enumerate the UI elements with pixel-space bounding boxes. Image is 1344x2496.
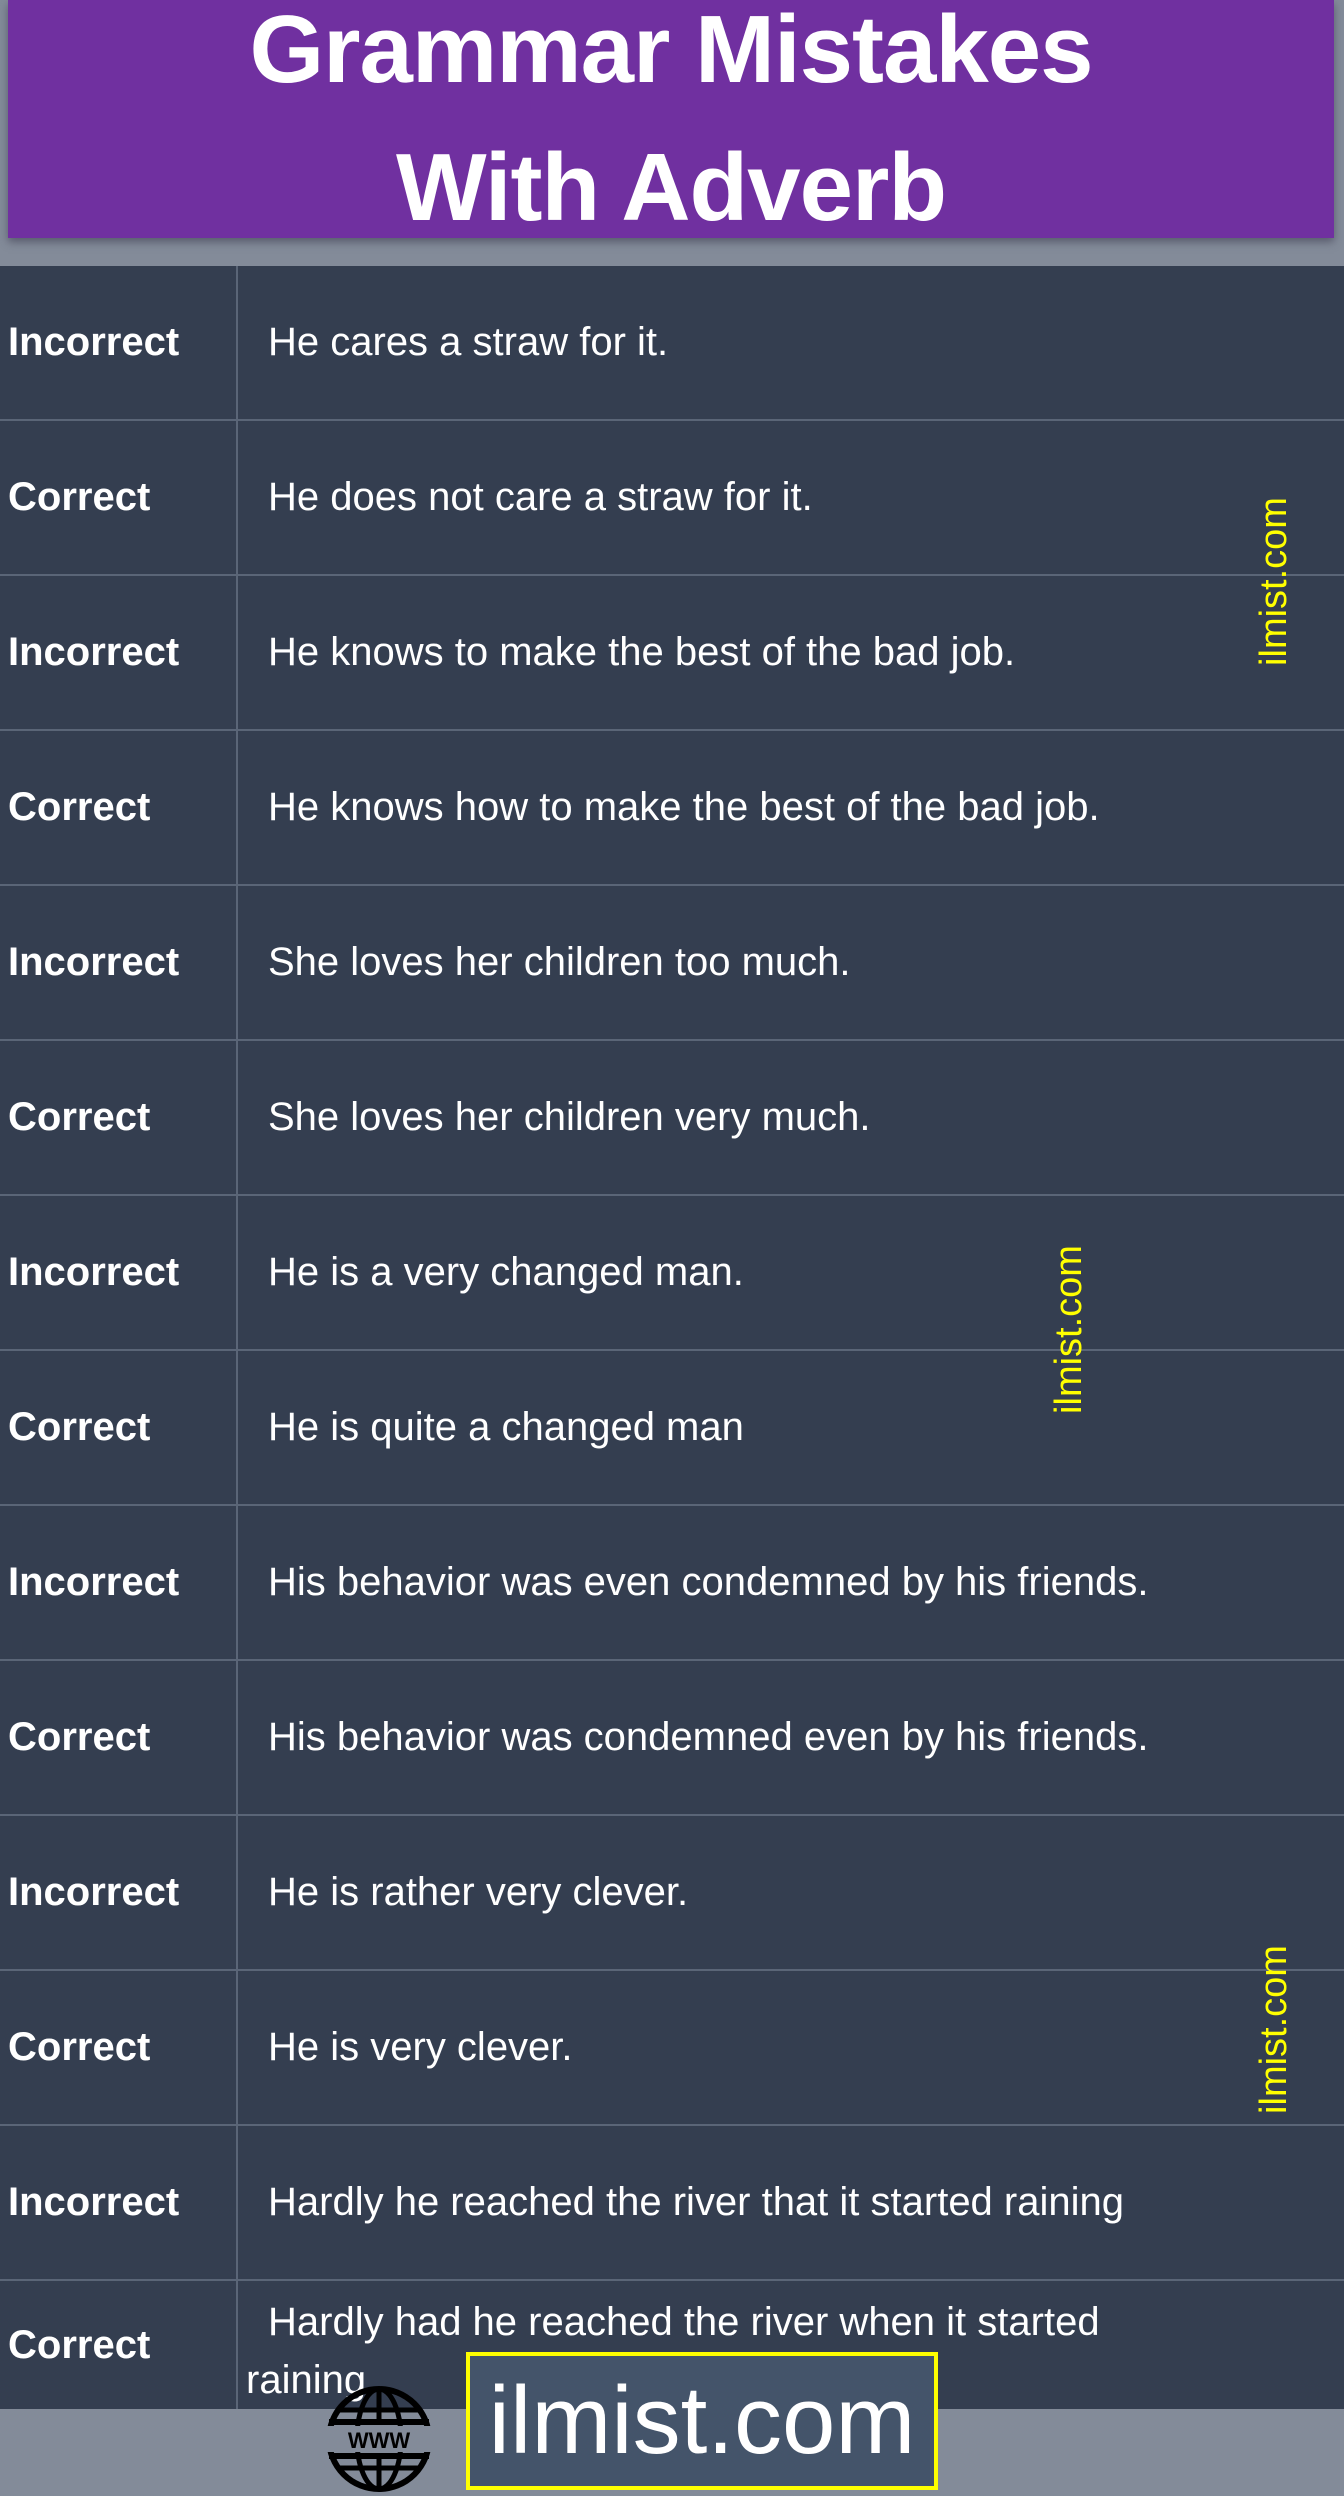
header-band: Grammar Mistakes With Adverb <box>0 0 1344 266</box>
row-sentence: His behavior was even condemned by his f… <box>268 1560 1149 1604</box>
title-line-2: With Adverb <box>396 134 947 241</box>
row-label: Correct <box>0 1041 238 1194</box>
watermark: ilmist.com <box>1252 497 1295 666</box>
watermark: ilmist.com <box>1047 1245 1090 1414</box>
table-row: Correct He knows how to make the best of… <box>0 731 1344 886</box>
row-label: Incorrect <box>0 1816 238 1969</box>
www-globe-icon: WWW <box>326 2386 432 2492</box>
title-line-1: Grammar Mistakes <box>249 0 1093 103</box>
row-label: Correct <box>0 1971 238 2124</box>
title-banner: Grammar Mistakes With Adverb <box>8 0 1334 241</box>
table-row: Correct She loves her children very much… <box>0 1041 1344 1196</box>
mistakes-table: Incorrect He cares a straw for it. Corre… <box>0 266 1344 2409</box>
site-name: ilmist.com <box>488 2367 916 2474</box>
table-row: Incorrect Hardly he reached the river th… <box>0 2126 1344 2281</box>
table-row: Correct His behavior was condemned even … <box>0 1661 1344 1816</box>
row-sentence: He cares a straw for it. <box>268 320 669 364</box>
row-label: Correct <box>0 1661 238 1814</box>
row-label: Correct <box>0 731 238 884</box>
table-row: Incorrect He knows to make the best of t… <box>0 576 1344 731</box>
row-sentence: He is quite a changed man <box>268 1405 744 1449</box>
row-sentence: He is a very changed man. <box>268 1250 744 1294</box>
row-sentence: Hardly he reached the river that it star… <box>268 2180 1124 2224</box>
row-sentence: He knows to make the best of the bad job… <box>268 630 1016 674</box>
row-label: Incorrect <box>0 2126 238 2279</box>
table-row: Correct He is quite a changed man <box>0 1351 1344 1506</box>
row-sentence: He is rather very clever. <box>268 1870 689 1914</box>
table-row: Incorrect She loves her children too muc… <box>0 886 1344 1041</box>
table-row: Incorrect He is a very changed man. <box>0 1196 1344 1351</box>
row-sentence: His behavior was condemned even by his f… <box>268 1715 1149 1759</box>
site-logo[interactable]: ilmist.com <box>466 2352 938 2490</box>
row-sentence: She loves her children too much. <box>268 940 851 984</box>
row-sentence: She loves her children very much. <box>268 1095 871 1139</box>
table-row: Correct He is very clever. <box>0 1971 1344 2126</box>
row-sentence: He knows how to make the best of the bad… <box>268 785 1100 829</box>
table-row: Correct He does not care a straw for it. <box>0 421 1344 576</box>
row-label: Correct <box>0 421 238 574</box>
row-label: Incorrect <box>0 576 238 729</box>
row-label: Incorrect <box>0 1196 238 1349</box>
row-sentence: He does not care a straw for it. <box>268 475 813 519</box>
row-label: Correct <box>0 1351 238 1504</box>
table-row: Incorrect He cares a straw for it. <box>0 266 1344 421</box>
table-row: Incorrect He is rather very clever. <box>0 1816 1344 1971</box>
table-row: Incorrect His behavior was even condemne… <box>0 1506 1344 1661</box>
row-label: Correct <box>0 2281 238 2409</box>
row-label: Incorrect <box>0 1506 238 1659</box>
globe-text: WWW <box>348 2428 411 2453</box>
row-sentence: He is very clever. <box>268 2025 573 2069</box>
row-label: Incorrect <box>0 886 238 1039</box>
row-label: Incorrect <box>0 266 238 419</box>
watermark: ilmist.com <box>1252 1945 1295 2114</box>
